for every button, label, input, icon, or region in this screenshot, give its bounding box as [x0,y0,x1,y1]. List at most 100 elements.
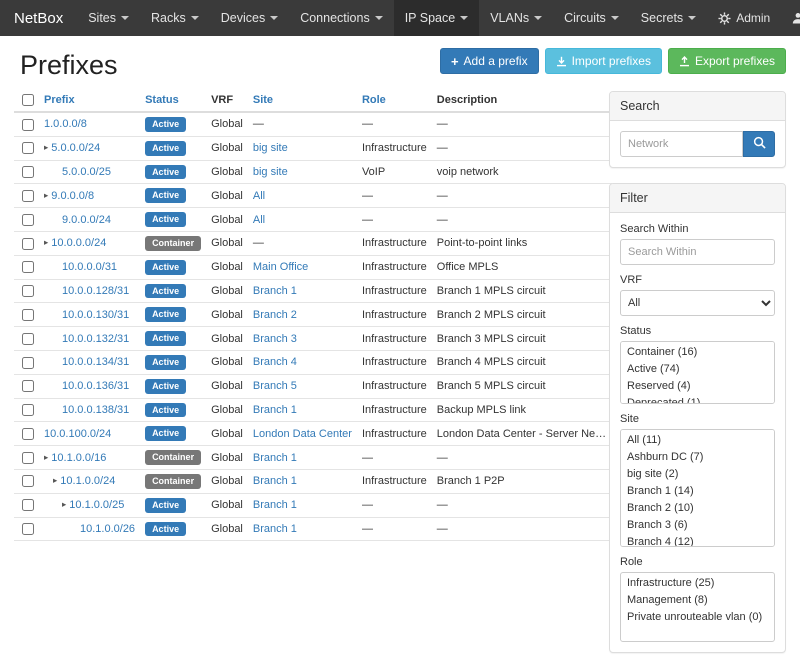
prefix-link[interactable]: 1.0.0.0/8 [44,118,87,130]
column-header-site[interactable]: Site [248,89,357,112]
nav-item-racks[interactable]: Racks [140,0,210,36]
column-header-role[interactable]: Role [357,89,432,112]
filter-option[interactable]: Ashburn DC (7) [621,449,774,466]
site-link[interactable]: Branch 5 [253,380,297,392]
prefix-link[interactable]: 10.0.0.132/31 [62,333,129,345]
filter-option[interactable]: Branch 1 (14) [621,483,774,500]
prefix-link[interactable]: 10.0.0.130/31 [62,309,129,321]
navbar-brand[interactable]: NetBox [0,0,77,36]
prefix-link[interactable]: 10.1.0.0/25 [69,499,124,511]
site-link[interactable]: Branch 1 [253,523,297,535]
row-checkbox[interactable] [22,142,34,154]
row-checkbox[interactable] [22,285,34,297]
site-link[interactable]: All [253,214,265,226]
row-checkbox[interactable] [22,333,34,345]
site-link[interactable]: Branch 1 [253,285,297,297]
filter-option[interactable]: big site (2) [621,466,774,483]
prefix-link[interactable]: 10.1.0.0/26 [80,523,135,535]
filter-option[interactable]: Management (8) [621,592,774,609]
row-checkbox-cell [14,422,39,446]
prefix-link[interactable]: 9.0.0.0/8 [51,190,94,202]
row-checkbox[interactable] [22,523,34,535]
prefix-link[interactable]: 10.0.0.128/31 [62,285,129,297]
site-link[interactable]: Branch 4 [253,356,297,368]
prefix-link[interactable]: 10.0.0.136/31 [62,380,129,392]
row-checkbox[interactable] [22,119,34,131]
nav-item-secrets[interactable]: Secrets [630,0,707,36]
description-cell: Branch 4 MPLS circuit [432,351,612,375]
nav-admin[interactable]: Admin [707,0,781,36]
site-link[interactable]: Branch 3 [253,333,297,345]
nav-profile[interactable]: Profile [781,0,800,36]
nav-item-connections[interactable]: Connections [289,0,394,36]
nav-item-ip-space[interactable]: IP Space [394,0,480,36]
row-checkbox[interactable] [22,452,34,464]
prefix-cell: 5.0.0.0/25 [39,160,140,184]
row-checkbox[interactable] [22,166,34,178]
site-link[interactable]: London Data Center [253,428,352,440]
nav-item-sites[interactable]: Sites [77,0,140,36]
row-checkbox[interactable] [22,475,34,487]
prefix-link[interactable]: 10.0.100.0/24 [44,428,111,440]
nav-item-vlans[interactable]: VLANs [479,0,553,36]
site-link[interactable]: Branch 1 [253,499,297,511]
site-link[interactable]: All [253,190,265,202]
filter-option[interactable]: Active (74) [621,361,774,378]
row-checkbox[interactable] [22,428,34,440]
row-checkbox[interactable] [22,404,34,416]
filter-option[interactable]: Branch 3 (6) [621,517,774,534]
site-listbox[interactable]: All (11)Ashburn DC (7)big site (2)Branch… [620,429,775,547]
prefix-link[interactable]: 10.0.0.134/31 [62,356,129,368]
top-navbar: NetBox SitesRacksDevicesConnectionsIP Sp… [0,0,800,36]
filter-option[interactable]: Infrastructure (25) [621,575,774,592]
prefix-link[interactable]: 10.1.0.0/24 [60,475,115,487]
filter-option[interactable]: All (11) [621,432,774,449]
prefix-table-container: PrefixStatusVRFSiteRoleDescription 1.0.0… [14,89,595,541]
export-prefixes-button[interactable]: Export prefixes [668,48,786,74]
role-listbox[interactable]: Infrastructure (25)Management (8)Private… [620,572,775,642]
prefix-link[interactable]: 10.0.0.138/31 [62,404,129,416]
description-cell: Branch 5 MPLS circuit [432,374,612,398]
search-input[interactable] [620,131,743,157]
prefix-link[interactable]: 10.0.0.0/31 [62,261,117,273]
row-checkbox[interactable] [22,214,34,226]
nav-item-circuits[interactable]: Circuits [553,0,630,36]
import-prefixes-button[interactable]: Import prefixes [545,48,662,74]
site-cell: — [248,232,357,256]
vrf-select[interactable]: All [620,290,775,316]
site-link[interactable]: Branch 2 [253,309,297,321]
filter-option[interactable]: Branch 2 (10) [621,500,774,517]
prefix-link[interactable]: 9.0.0.0/24 [62,214,111,226]
prefix-link[interactable]: 5.0.0.0/25 [62,166,111,178]
row-checkbox[interactable] [22,190,34,202]
site-link[interactable]: Branch 1 [253,452,297,464]
site-link[interactable]: big site [253,142,288,154]
search-button[interactable] [743,131,775,157]
site-link[interactable]: Branch 1 [253,404,297,416]
prefix-link[interactable]: 10.0.0.0/24 [51,237,106,249]
filter-option[interactable]: Branch 4 (12) [621,534,774,547]
add-prefix-button[interactable]: + Add a prefix [440,48,539,74]
search-within-input[interactable] [620,239,775,265]
row-checkbox[interactable] [22,261,34,273]
row-checkbox[interactable] [22,238,34,250]
row-checkbox[interactable] [22,380,34,392]
row-checkbox[interactable] [22,499,34,511]
filter-option[interactable]: Deprecated (1) [621,395,774,404]
column-header-prefix[interactable]: Prefix [39,89,140,112]
select-all-checkbox[interactable] [22,94,34,106]
site-link[interactable]: big site [253,166,288,178]
prefix-link[interactable]: 10.1.0.0/16 [51,452,106,464]
nav-item-devices[interactable]: Devices [210,0,289,36]
status-listbox[interactable]: Container (16)Active (74)Reserved (4)Dep… [620,341,775,404]
column-header-status[interactable]: Status [140,89,206,112]
row-checkbox[interactable] [22,309,34,321]
filter-option[interactable]: Container (16) [621,344,774,361]
row-checkbox[interactable] [22,357,34,369]
prefix-link[interactable]: 5.0.0.0/24 [51,142,100,154]
filter-option[interactable]: Private unrouteable vlan (0) [621,609,774,626]
site-link[interactable]: Branch 1 [253,475,297,487]
nav-item-label: VLANs [490,11,529,25]
site-link[interactable]: Main Office [253,261,308,273]
filter-option[interactable]: Reserved (4) [621,378,774,395]
